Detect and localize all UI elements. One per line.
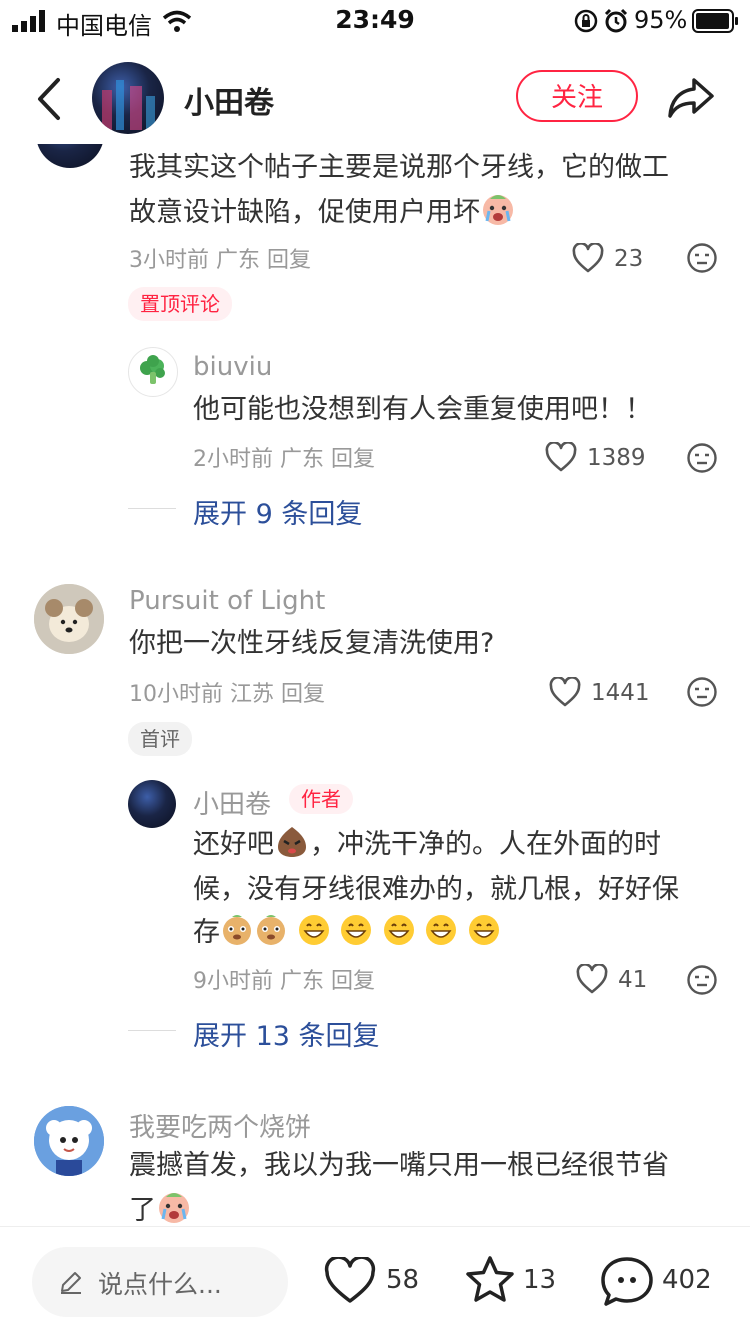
pinned-comment-badge: 置顶评论 [128,287,232,321]
like-heart-icon[interactable] [572,243,604,273]
reply-text: 存 [193,912,501,954]
author-avatar[interactable] [92,62,164,134]
reply-avatar[interactable] [128,347,178,397]
dislike-face-icon[interactable] [686,676,718,708]
comment-text: 你把一次性牙线反复清洗使用? [129,628,495,659]
reply-text-part: ，冲洗干净的。人在外面的时 [310,829,661,860]
top-nav: 小田卷 关注 [0,44,750,144]
grin-emoji-icon [298,915,329,945]
like-count: 41 [618,967,648,993]
grin-emoji-icon [468,915,499,945]
grin-emoji-icon [383,915,414,945]
comment-input-placeholder: 说点什么... [98,1270,222,1299]
commenter-username[interactable]: Pursuit of Light [129,586,325,616]
like-heart-icon[interactable] [549,677,581,707]
reply-username[interactable]: 小田卷 [193,784,271,821]
commenter-username[interactable]: 我要吃两个烧饼 [129,1107,311,1144]
meerkat-emoji-icon [257,915,285,945]
reply-text: 他可能也没想到有人会重复使用吧！！ [193,394,652,425]
comment-text-line: 故意设计缺陷，促使用户用坏 [129,197,480,228]
commenter-avatar[interactable] [34,584,104,654]
meerkat-emoji-icon [223,915,251,945]
comment-text: 故意设计缺陷，促使用户用坏 [129,191,516,234]
follow-button[interactable]: 关注 [516,70,638,122]
comment-input[interactable]: 说点什么... [32,1247,288,1317]
comment-text-line: 了 [129,1195,156,1226]
comment-bubble-icon[interactable] [600,1255,654,1307]
expand-replies-link[interactable]: 展开 9 条回复 [193,492,362,531]
sheep-avatar-icon [34,1106,104,1176]
comment-meta: 10小时前 江苏 回复 [129,682,325,707]
star-icon[interactable] [464,1255,516,1305]
author-name[interactable]: 小田卷 [184,78,274,122]
commenter-avatar[interactable] [34,1106,104,1176]
commenter-avatar[interactable] [36,144,104,168]
broccoli-icon [140,355,165,384]
dislike-face-icon[interactable] [686,964,718,996]
share-icon[interactable] [666,74,716,120]
comment-text: 震撼首发，我以为我一嘴只用一根已经很节省 [129,1150,669,1181]
like-heart-icon[interactable] [324,1257,376,1305]
reply-text: 候，没有牙线很难办的，就几根，好好保 [193,874,679,905]
divider [128,508,176,509]
divider [128,1030,176,1031]
reply-avatar[interactable] [128,780,176,828]
like-heart-icon[interactable] [576,964,608,994]
like-heart-icon[interactable] [545,442,577,472]
like-count: 23 [614,246,644,272]
dislike-face-icon[interactable] [686,242,718,274]
alarm-icon [604,8,628,33]
author-badge: 作者 [289,784,353,814]
like-count: 1389 [587,445,646,471]
reply-meta: 9小时前 广东 回复 [193,969,375,994]
reply-meta: 2小时前 广东 回复 [193,447,375,472]
comment-text: 我其实这个帖子主要是说那个牙线，它的做工 [129,152,669,183]
grin-emoji-icon [341,915,372,945]
first-comment-badge: 首评 [128,722,192,756]
dog-avatar-icon [34,584,104,654]
reply-text-part: 存 [193,917,220,948]
post-star-count: 13 [523,1265,557,1295]
comment-text: 了 [129,1189,192,1226]
crying-emoji-icon [159,1193,189,1223]
status-bar: 中国电信 23:49 95% [0,0,750,44]
rotation-lock-icon [574,9,598,33]
battery-icon [692,9,738,33]
reply-text-part: 还好吧 [193,829,274,860]
angry-emoji-icon [278,827,306,857]
battery-percent: 95% [634,6,688,34]
post-like-count: 58 [386,1265,420,1295]
reply-username[interactable]: biuviu [193,352,272,382]
grin-emoji-icon [426,915,457,945]
back-arrow-icon[interactable] [30,74,70,124]
dislike-face-icon[interactable] [686,442,718,474]
crying-emoji-icon [483,195,513,225]
bottom-action-bar: 说点什么... 58 13 402 [0,1226,750,1335]
expand-replies-link[interactable]: 展开 13 条回复 [193,1014,380,1053]
reply-text: 还好吧 ，冲洗干净的。人在外面的时 [193,823,661,866]
comment-list[interactable]: 我其实这个帖子主要是说那个牙线，它的做工 故意设计缺陷，促使用户用坏 3小时前 … [0,144,750,1226]
comment-meta: 3小时前 广东 回复 [129,248,311,273]
post-comment-count: 402 [662,1265,712,1295]
pencil-icon [61,1272,81,1294]
like-count: 1441 [591,680,650,706]
